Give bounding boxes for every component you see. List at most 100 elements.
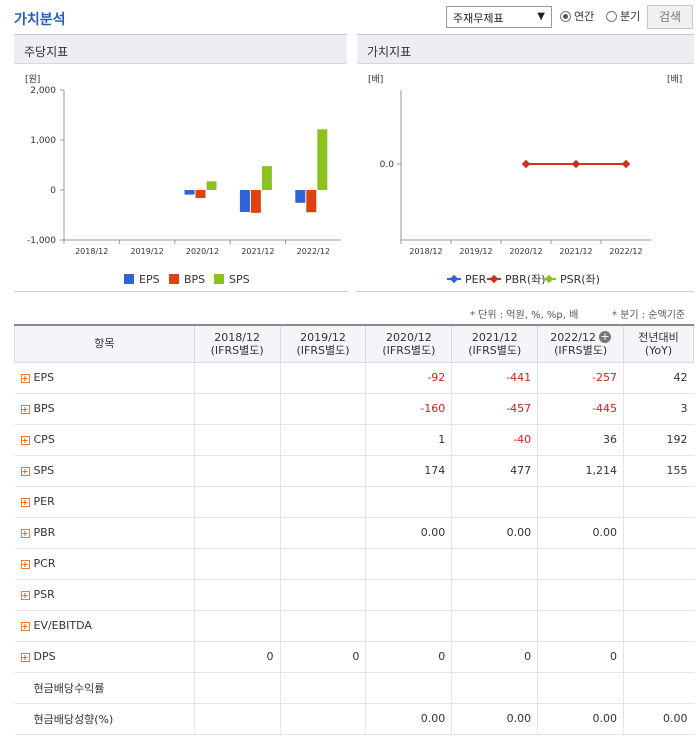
table-row: + PCR <box>14 548 694 580</box>
table-row: + EPS -92 -441 -257 42 <box>14 362 694 394</box>
value-cell: -160 <box>365 393 452 425</box>
expand-plus-icon[interactable]: + <box>20 590 30 600</box>
radio-quarter[interactable]: 분기 <box>606 8 640 24</box>
row-label-cell[interactable]: + PBR <box>14 517 195 549</box>
column-header-line2: (YoY) <box>644 343 673 357</box>
value-cell: 192 <box>623 424 694 456</box>
valuation-table: 항목 2018/12 (IFRS별도) 2019/12 (IFRS별도) 2020/12(… <box>14 324 694 735</box>
y-tick-label: 2,000 <box>30 86 56 96</box>
value-cell: 0.00 <box>451 703 538 735</box>
page-title: 가치분석 <box>14 12 66 28</box>
row-label-cell: 현금배당수익률 <box>14 672 195 704</box>
x-tick-label: 2019/12 <box>459 247 492 256</box>
value-cell <box>451 672 538 704</box>
bar-eps <box>295 190 306 203</box>
expand-plus-icon[interactable]: + <box>20 466 30 476</box>
x-tick-label: 2019/12 <box>130 247 163 256</box>
legend-marker <box>489 274 499 284</box>
table-row: 현금배당성향(%) 0.00 0.00 0.00 0.00 <box>14 703 694 735</box>
row-label-cell[interactable]: + SPS <box>14 455 195 487</box>
x-tick-label: 2022/12 <box>297 247 330 256</box>
value-cell: -257 <box>537 362 624 394</box>
row-label-cell[interactable]: + CPS <box>14 424 195 456</box>
point-marker <box>521 159 531 169</box>
row-label: SPS <box>33 464 55 477</box>
row-label-cell[interactable]: + BPS <box>14 393 195 425</box>
x-tick-label: 2020/12 <box>509 247 542 256</box>
column-header: 전년대비 (YoY) <box>623 324 694 363</box>
value-cell <box>279 393 366 425</box>
row-label: BPS <box>33 402 55 415</box>
value-cell <box>193 672 281 704</box>
value-cell <box>193 455 281 487</box>
y-tick-label: 0.0 <box>380 160 395 170</box>
value-cell <box>279 579 366 611</box>
radio-unchecked-icon <box>606 10 617 22</box>
bar-sps <box>261 166 272 190</box>
value-cell <box>365 672 452 704</box>
radio-annual[interactable]: 연간 <box>560 8 594 24</box>
row-label-cell[interactable]: + PER <box>14 486 195 518</box>
value-cell <box>365 579 452 611</box>
value-cell <box>279 672 366 704</box>
column-header: 2020/12 (IFRS별도) <box>365 324 453 363</box>
search-button[interactable]: 검색 <box>647 5 693 29</box>
row-label-cell[interactable]: + EV/EBITDA <box>14 610 195 642</box>
per-share-chart: [원]2,000 1,000 0 -1,000 2018/12 2019/12 2020/1… <box>25 74 341 286</box>
table-row: + DPS 0 0 0 0 0 <box>14 641 694 673</box>
table-row: + SPS 174 477 1,214 155 <box>14 455 694 487</box>
column-header: 2021/12 (IFRS별도) <box>451 324 539 363</box>
row-label-cell[interactable]: + PCR <box>14 548 195 580</box>
expand-plus-icon[interactable]: + <box>20 559 30 569</box>
chevron-down-icon: ▼ <box>537 11 545 22</box>
row-label-cell: 현금배당성향(%) <box>14 703 195 735</box>
table-row: + PBR 0.00 0.00 0.00 <box>14 517 694 549</box>
radio-quarter-label: 분기 <box>620 10 641 23</box>
y-unit-label: [원] <box>25 74 40 85</box>
radio-annual-label: 연간 <box>574 10 595 23</box>
bar-bps <box>195 190 206 198</box>
column-header-line2: (IFRS별도) <box>468 343 522 357</box>
row-label-cell[interactable]: + EPS <box>14 362 195 394</box>
table-row: + BPS -160 -457 -445 3 <box>14 393 694 425</box>
legend-label: EPS <box>139 273 160 286</box>
column-header-line1: 전년대비 <box>638 330 679 344</box>
expand-plus-icon[interactable]: + <box>20 404 30 414</box>
column-header-line1: 항목 <box>94 337 115 351</box>
value-cell: -40 <box>451 424 538 456</box>
value-cell: 0 <box>193 641 281 673</box>
value-cell <box>279 610 366 642</box>
row-label-cell[interactable]: + PSR <box>14 579 195 611</box>
legend-swatch <box>214 274 224 284</box>
value-cell <box>537 579 624 611</box>
value-cell <box>623 486 694 518</box>
expand-plus-icon[interactable]: + <box>20 528 30 538</box>
row-label: PSR <box>33 588 55 601</box>
value-cell <box>193 486 281 518</box>
value-cell <box>365 486 452 518</box>
legend-swatch <box>169 274 179 284</box>
expand-plus-icon[interactable]: + <box>20 652 30 662</box>
expand-plus-icon[interactable]: + <box>20 497 30 507</box>
valuation-chart-panel: 가치지표 [배] [배] 0.0 2018/12 2019/12 2020/12 2021/… <box>357 34 694 292</box>
statement-select[interactable]: 주재무제표 ▼ <box>446 6 552 28</box>
value-cell <box>623 548 694 580</box>
expand-plus-icon[interactable]: + <box>20 621 30 631</box>
value-cell <box>537 486 624 518</box>
value-cell: 42 <box>623 362 694 394</box>
column-header-line1: 2021/12 <box>471 330 518 344</box>
add-column-icon[interactable]: + <box>598 330 611 343</box>
expand-plus-icon[interactable]: + <box>20 373 30 383</box>
value-cell <box>537 672 624 704</box>
value-cell <box>279 455 366 487</box>
y-tick-label: -1,000 <box>27 236 56 246</box>
table-row: + PSR <box>14 579 694 611</box>
statement-select-value: 주재무제표 <box>453 12 504 25</box>
period-note: * 분기 : 순액기준 <box>612 310 686 321</box>
per-share-chart-panel: 주당지표 [원] 2,000 1,000 0 -1,000 2018/12 2019/12 2… <box>14 34 347 292</box>
x-tick-label: 2018/12 <box>409 247 442 256</box>
table-row: 현금배당수익률 <box>14 672 694 704</box>
expand-plus-icon[interactable]: + <box>20 435 30 445</box>
row-label-cell[interactable]: + DPS <box>14 641 195 673</box>
value-cell <box>365 610 452 642</box>
